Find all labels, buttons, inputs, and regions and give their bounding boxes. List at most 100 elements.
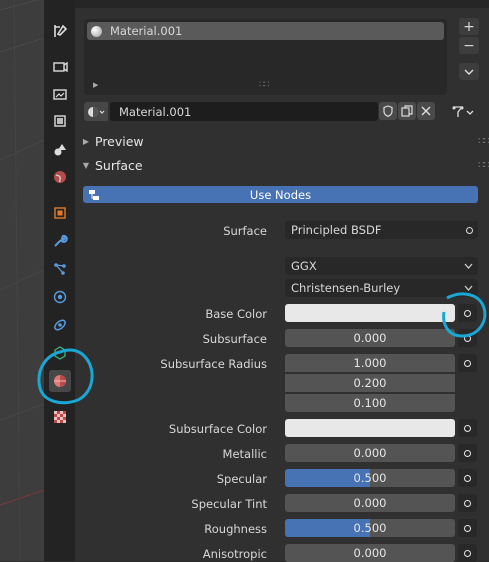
subsurface-radius-z-field[interactable]: 0.100	[285, 394, 455, 412]
material-slot-list[interactable]: Material.001 ▶ ∷∷	[84, 19, 447, 95]
world-icon	[54, 171, 66, 183]
surface-section-header[interactable]: ▼ Surface ∷∷	[75, 154, 489, 176]
metallic-slider[interactable]: 0.000	[285, 444, 455, 462]
socket-dot-icon	[464, 449, 471, 457]
subsurface-radius-y-field[interactable]: 0.200	[285, 374, 455, 392]
chevron-down-icon	[464, 69, 474, 75]
subsurface-radius-z-value: 0.100	[353, 396, 387, 410]
subsurface-value: 0.000	[353, 331, 387, 345]
slot-specials-button[interactable]	[459, 63, 479, 80]
remove-slot-button[interactable]: −	[459, 37, 479, 54]
subsurface-method-value: Christensen-Burley	[291, 281, 401, 295]
socket-dot-icon	[464, 524, 471, 532]
anisotropic-socket-button[interactable]	[458, 544, 477, 562]
tab-modifiers[interactable]	[49, 230, 71, 252]
physics-icon	[53, 290, 67, 304]
surface-shader-value: Principled BSDF	[291, 223, 382, 237]
object-icon	[54, 207, 66, 219]
grip-icon[interactable]: ∷∷	[478, 160, 489, 171]
subsurface-radius-socket-button[interactable]	[458, 354, 477, 372]
shield-icon	[383, 105, 393, 117]
specular-tint-value: 0.000	[353, 496, 387, 510]
material-slot-row[interactable]: Material.001	[87, 22, 444, 40]
constraints-icon	[54, 319, 66, 331]
distribution-dropdown[interactable]: GGX	[285, 257, 478, 275]
tab-data[interactable]	[49, 342, 71, 364]
material-name-field[interactable]: Material.001	[110, 102, 378, 121]
browse-material-button[interactable]	[84, 102, 108, 121]
tab-physics[interactable]	[49, 286, 71, 308]
subsurface-socket-button[interactable]	[458, 329, 477, 347]
preview-section-header[interactable]: ▶ Preview ∷∷	[75, 130, 489, 152]
tab-view-layer[interactable]	[49, 110, 71, 132]
socket-dot-icon	[464, 474, 471, 482]
fake-user-button[interactable]	[379, 102, 397, 120]
specular-value: 0.500	[353, 471, 387, 485]
roughness-socket-button[interactable]	[458, 519, 477, 537]
tab-constraints[interactable]	[49, 314, 71, 336]
properties-tab-bar	[44, 0, 75, 561]
scene-icon	[54, 144, 66, 156]
subsurface-color-socket-button[interactable]	[458, 419, 477, 437]
close-icon	[421, 106, 431, 116]
specular-tint-slider[interactable]: 0.000	[285, 494, 455, 512]
tab-output[interactable]	[49, 83, 71, 105]
add-slot-button[interactable]: +	[459, 18, 479, 35]
header-strip	[75, 0, 489, 8]
subsurface-radius-x-value: 1.000	[353, 356, 387, 370]
tab-material[interactable]	[49, 370, 71, 392]
surface-section-title: Surface	[95, 157, 143, 173]
tab-render[interactable]	[49, 55, 71, 77]
metallic-socket-button[interactable]	[458, 444, 477, 462]
chevron-down-icon	[464, 263, 473, 269]
subsurface-radius-x-field[interactable]: 1.000	[285, 354, 455, 372]
specular-tint-socket-button[interactable]	[458, 494, 477, 512]
subsurface-method-dropdown[interactable]: Christensen-Burley	[285, 279, 478, 297]
specular-socket-button[interactable]	[458, 469, 477, 487]
expand-list-icon[interactable]: ▶	[93, 81, 98, 89]
tab-particles[interactable]	[49, 258, 71, 280]
tab-texture[interactable]	[49, 406, 71, 428]
material-browse-icon	[88, 106, 105, 117]
link-icon	[452, 105, 474, 117]
material-sphere-icon	[91, 25, 102, 37]
surface-label: Surface	[223, 224, 267, 238]
roughness-value: 0.500	[353, 521, 387, 535]
tab-world[interactable]	[49, 166, 71, 188]
subsurface-radius-label: Subsurface Radius	[160, 357, 267, 371]
link-type-button[interactable]	[447, 102, 479, 121]
material-name: Material.001	[119, 104, 192, 119]
material-properties-panel: Material.001 ▶ ∷∷ + − Material.001 ▶ Pre…	[75, 0, 489, 562]
metallic-value: 0.000	[353, 446, 387, 460]
subsurface-slider[interactable]: 0.000	[285, 329, 455, 347]
view-layer-icon	[54, 115, 66, 127]
tab-scene[interactable]	[49, 138, 71, 160]
socket-dot-icon	[464, 359, 471, 367]
anisotropic-value: 0.000	[353, 546, 387, 560]
socket-dot-icon	[464, 549, 471, 557]
duplicate-material-button[interactable]	[398, 102, 416, 120]
roughness-label: Roughness	[204, 522, 267, 536]
use-nodes-button[interactable]: Use Nodes	[83, 186, 478, 203]
tab-tool[interactable]	[49, 20, 71, 42]
list-resize-grip-icon[interactable]: ∷∷	[259, 80, 270, 90]
subsurface-color-swatch[interactable]	[285, 419, 455, 437]
grip-icon[interactable]: ∷∷	[478, 136, 489, 147]
3d-viewport[interactable]	[0, 0, 44, 561]
anisotropic-slider[interactable]: 0.000	[285, 544, 455, 562]
data-icon	[54, 346, 66, 360]
node-tree-icon	[89, 189, 99, 200]
unlink-material-button[interactable]	[417, 102, 435, 120]
roughness-slider[interactable]: 0.500	[285, 519, 455, 537]
tab-object[interactable]	[49, 202, 71, 224]
base-color-swatch[interactable]	[285, 304, 455, 322]
distribution-value: GGX	[291, 259, 317, 273]
specular-slider[interactable]: 0.500	[285, 469, 455, 487]
base-color-socket-button[interactable]	[458, 304, 477, 322]
metallic-label: Metallic	[222, 447, 267, 461]
viewport-grid	[0, 0, 44, 561]
surface-shader-field[interactable]: Principled BSDF	[285, 221, 478, 239]
output-icon	[53, 89, 67, 100]
chevron-down-icon	[464, 285, 473, 291]
expanded-arrow-icon: ▼	[82, 160, 90, 170]
